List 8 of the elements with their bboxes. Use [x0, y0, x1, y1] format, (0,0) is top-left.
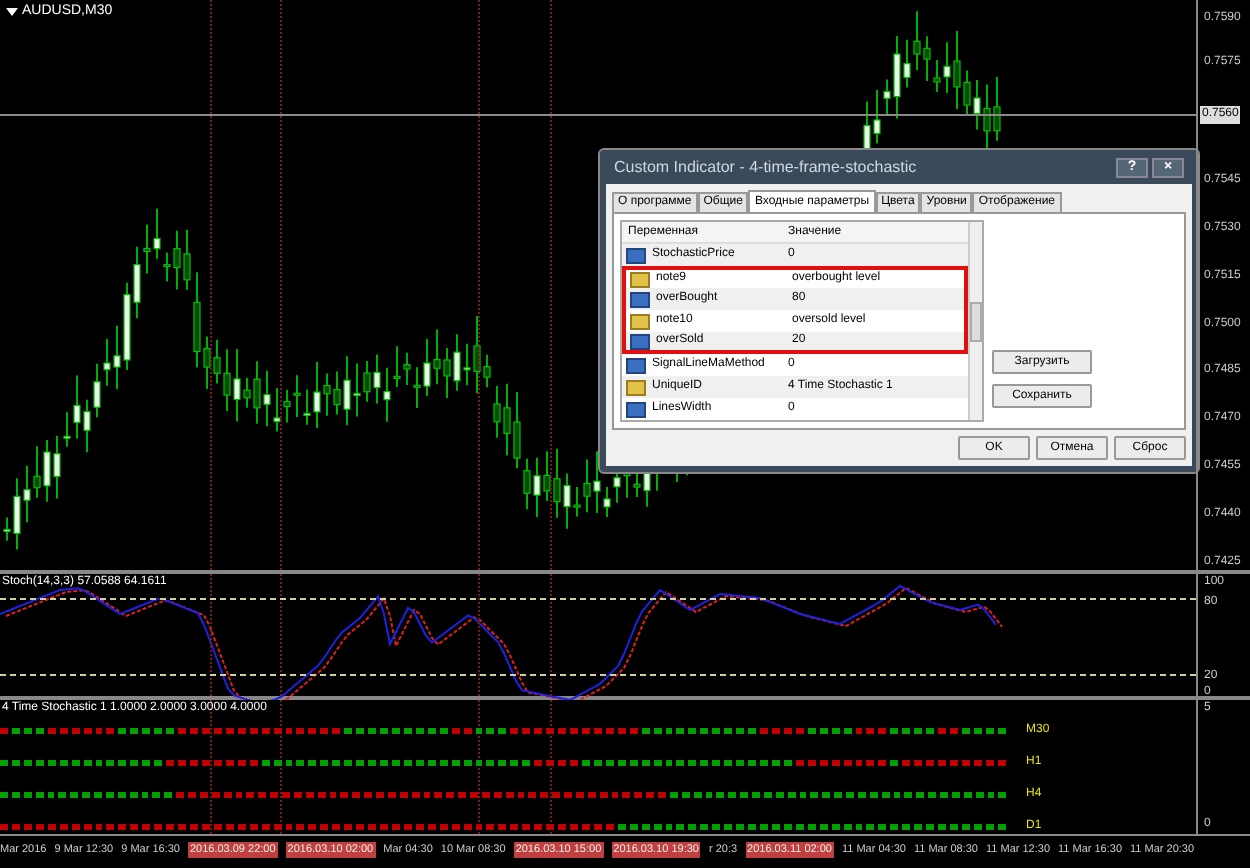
number-type-icon: [630, 291, 650, 307]
triangle-icon: [6, 8, 18, 17]
number-type-icon: [626, 247, 646, 263]
number-type-icon: [626, 401, 646, 417]
window-title: Custom Indicator - 4-time-frame-stochastic: [614, 156, 919, 180]
text-type-icon: [630, 313, 650, 329]
text-type-icon: [630, 271, 650, 287]
text-type-icon: [626, 379, 646, 395]
